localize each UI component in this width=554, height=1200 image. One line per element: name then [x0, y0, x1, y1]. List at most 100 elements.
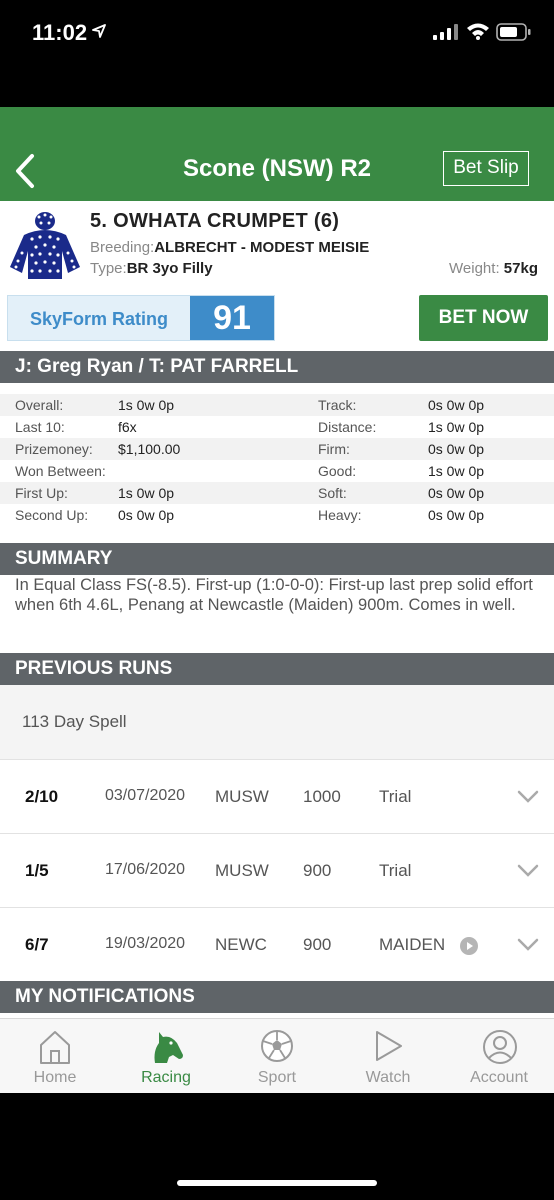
- stat-value: 1s 0w 0p: [118, 397, 175, 413]
- tab-racing[interactable]: Racing: [111, 1019, 221, 1093]
- run-date: 19/03/2020: [105, 935, 186, 952]
- stat-label: Track:: [318, 397, 357, 413]
- stat-label: Won Between:: [15, 463, 106, 479]
- wifi-icon: [467, 23, 489, 40]
- run-position: 1/5: [25, 861, 49, 880]
- run-distance: 1000: [303, 787, 341, 806]
- type-value: BR 3yo Filly: [126, 260, 213, 277]
- cell-signal-icon: [433, 24, 458, 40]
- play-icon: [376, 1031, 402, 1061]
- previous-runs-list: 113 Day Spell 2/10 03/07/2020 MUSW 1000 …: [0, 685, 554, 981]
- home-icon: [40, 1031, 70, 1064]
- stat-label: Firm:: [318, 441, 350, 457]
- bet-now-button[interactable]: BET NOW: [419, 295, 548, 341]
- jockey-silks-icon: [10, 212, 80, 279]
- stat-row: Second Up: 0s 0w 0p Heavy: 0s 0w 0p: [0, 504, 554, 526]
- tab-bar: Home Racing Sport Watch Account: [0, 1018, 554, 1093]
- stat-row: Overall: 1s 0w 0p Track: 0s 0w 0p: [0, 394, 554, 416]
- stats-table: Overall: 1s 0w 0p Track: 0s 0w 0p Last 1…: [0, 386, 554, 543]
- stat-value: 0s 0w 0p: [428, 397, 485, 413]
- battery-icon: [496, 23, 531, 41]
- tab-home[interactable]: Home: [0, 1019, 110, 1093]
- stat-value: $1,100.00: [118, 441, 181, 457]
- status-bar: 11:02: [0, 0, 554, 70]
- type-row: Type:BR 3yo Filly: [90, 260, 213, 277]
- stat-row: Last 10: f6x Distance: 1s 0w 0p: [0, 416, 554, 438]
- run-distance: 900: [303, 935, 332, 954]
- previous-runs-header: PREVIOUS RUNS: [0, 653, 554, 685]
- stat-value: 1s 0w 0p: [118, 485, 175, 501]
- app-screen: Scone (NSW) R2 Bet Slip 5. OWHATA CRUMPE…: [0, 107, 554, 1093]
- summary-header: SUMMARY: [0, 543, 554, 575]
- weight-label: Weight:: [449, 260, 500, 277]
- tab-label: Account: [470, 1069, 528, 1086]
- run-class: Trial: [379, 861, 412, 880]
- stat-value: 0s 0w 0p: [428, 485, 485, 501]
- skyform-value: 91: [190, 296, 274, 340]
- weight-value: 57kg: [503, 260, 538, 277]
- nav-header: Scone (NSW) R2 Bet Slip: [0, 107, 554, 201]
- type-label: Type:: [90, 260, 127, 277]
- runner-name: 5. OWHATA CRUMPET (6): [90, 210, 340, 232]
- stat-value: 1s 0w 0p: [428, 419, 485, 435]
- chevron-down-icon[interactable]: [517, 864, 539, 878]
- run-row[interactable]: 1/5 17/06/2020 MUSW 900 Trial: [0, 833, 554, 907]
- home-indicator[interactable]: [177, 1180, 377, 1186]
- stat-value: 0s 0w 0p: [118, 507, 175, 523]
- spell-text: 113 Day Spell: [22, 712, 127, 731]
- runner-info: 5. OWHATA CRUMPET (6) Breeding:ALBRECHT …: [0, 201, 554, 351]
- stat-label: Overall:: [15, 397, 64, 413]
- tab-label: Racing: [141, 1069, 191, 1086]
- run-position: 6/7: [25, 935, 49, 954]
- run-row[interactable]: 2/10 03/07/2020 MUSW 1000 Trial: [0, 759, 554, 833]
- run-track: NEWC: [215, 935, 267, 954]
- notifications-header: MY NOTIFICATIONS: [0, 981, 554, 1013]
- tab-sport[interactable]: Sport: [222, 1019, 332, 1093]
- run-date: 17/06/2020: [105, 861, 186, 878]
- jockey-trainer-header: J: Greg Ryan / T: PAT FARRELL: [0, 351, 554, 383]
- status-time: 11:02: [32, 20, 88, 45]
- run-date: 03/07/2020: [105, 787, 186, 804]
- run-track: MUSW: [215, 787, 269, 806]
- run-track: MUSW: [215, 861, 269, 880]
- skyform-label: SkyForm Rating: [30, 309, 169, 329]
- run-class: MAIDEN: [379, 935, 446, 954]
- chevron-down-icon[interactable]: [517, 938, 539, 952]
- weight-row: Weight: 57kg: [449, 260, 538, 277]
- breeding-row: Breeding:ALBRECHT - MODEST MEISIE: [90, 239, 369, 256]
- chevron-down-icon[interactable]: [517, 790, 539, 804]
- stat-label: Soft:: [318, 485, 347, 501]
- stat-label: Good:: [318, 463, 357, 479]
- run-position: 2/10: [25, 787, 59, 806]
- replay-play-icon[interactable]: [460, 937, 478, 955]
- stat-value: 0s 0w 0p: [428, 441, 485, 457]
- breeding-value: ALBRECHT - MODEST MEISIE: [154, 239, 370, 256]
- stat-label: First Up:: [15, 485, 68, 501]
- stat-row: Won Between: Good: 1s 0w 0p: [0, 460, 554, 482]
- stat-label: Heavy:: [318, 507, 362, 523]
- run-distance: 900: [303, 861, 332, 880]
- horse-head-icon: [154, 1032, 183, 1063]
- stat-row: First Up: 1s 0w 0p Soft: 0s 0w 0p: [0, 482, 554, 504]
- stat-value: 0s 0w 0p: [428, 507, 485, 523]
- tab-account[interactable]: Account: [444, 1019, 554, 1093]
- skyform-rating: SkyForm Rating 91: [7, 295, 275, 341]
- stat-row: Prizemoney: $1,100.00 Firm: 0s 0w 0p: [0, 438, 554, 460]
- soccer-ball-icon: [261, 1030, 293, 1062]
- tab-label: Sport: [257, 1069, 297, 1086]
- spell-row: 113 Day Spell: [0, 685, 554, 759]
- location-arrow-icon: [92, 24, 106, 38]
- summary-text: In Equal Class FS(-8.5). First-up (1:0-0…: [15, 576, 533, 614]
- run-row[interactable]: 6/7 19/03/2020 NEWC 900 MAIDEN: [0, 907, 554, 981]
- run-class: Trial: [379, 787, 412, 806]
- stat-value: f6x: [118, 419, 137, 435]
- stat-label: Prizemoney:: [15, 441, 93, 457]
- breeding-label: Breeding:: [90, 239, 155, 256]
- stat-label: Second Up:: [15, 507, 89, 523]
- tab-label: Watch: [365, 1069, 411, 1086]
- stat-label: Distance:: [318, 419, 377, 435]
- tab-label: Home: [33, 1069, 77, 1086]
- bet-slip-button[interactable]: Bet Slip: [443, 151, 529, 186]
- stat-label: Last 10:: [15, 419, 65, 435]
- tab-watch[interactable]: Watch: [333, 1019, 443, 1093]
